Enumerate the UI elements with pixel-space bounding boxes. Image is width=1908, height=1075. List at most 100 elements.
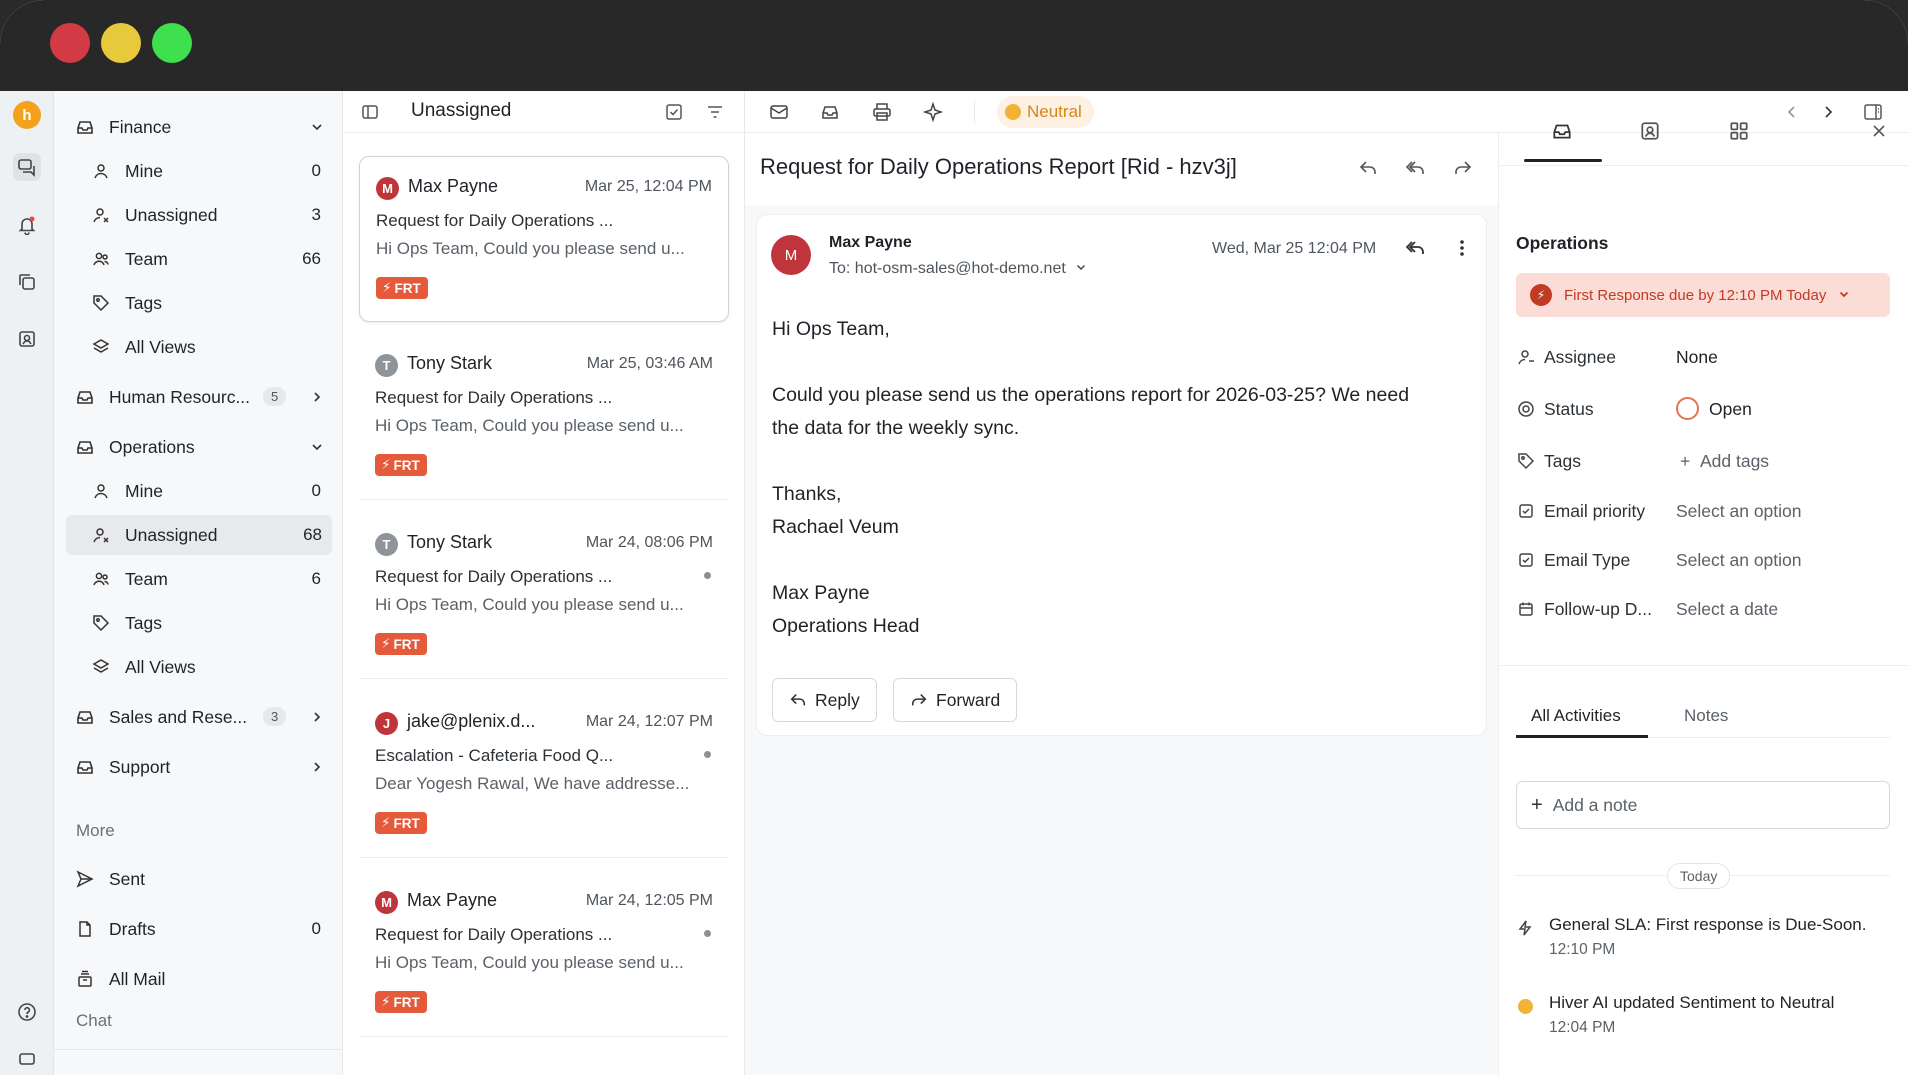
- sidebar-group-finance[interactable]: Finance: [54, 107, 343, 147]
- minimize-window-button[interactable]: [101, 23, 141, 63]
- toggle-sidebar-icon[interactable]: [359, 101, 381, 123]
- sidebar-item-all-mail[interactable]: All Mail: [54, 959, 343, 999]
- conversation-card[interactable]: M Max Payne Mar 25, 12:04 PM Request for…: [359, 156, 729, 322]
- reply-button[interactable]: Reply: [772, 678, 877, 722]
- more-options-icon[interactable]: [1451, 237, 1473, 259]
- field-value[interactable]: None: [1676, 347, 1718, 368]
- sidebar-item-label: All Mail: [109, 968, 166, 989]
- avatar: M: [376, 177, 399, 200]
- sidebar-item-operations-team[interactable]: Team 6: [54, 559, 343, 599]
- add-tags-button[interactable]: + Add tags: [1680, 451, 1769, 472]
- contact-card-tab-icon[interactable]: [1638, 119, 1662, 143]
- unread-badge: 5: [263, 387, 287, 406]
- tags-field[interactable]: Tags + Add tags: [1516, 447, 1890, 477]
- sentiment-badge[interactable]: Neutral: [997, 96, 1094, 128]
- conversation-card[interactable]: J jake@plenix.d... Mar 24, 12:07 PM Esca…: [359, 692, 729, 858]
- sidebar-item-finance-team[interactable]: Team 66: [54, 239, 343, 279]
- ai-sparkle-icon[interactable]: [922, 101, 944, 123]
- conversation-card[interactable]: T Tony Stark Mar 24, 08:06 PM Request fo…: [359, 513, 729, 679]
- email-to[interactable]: To: hot-osm-sales@hot-demo.net: [829, 260, 1087, 278]
- conversation-card[interactable]: T Tony Stark Mar 25, 03:46 AM Request fo…: [359, 334, 729, 500]
- sidebar-group-human-resources[interactable]: Human Resourc... 5: [54, 377, 343, 417]
- close-icon[interactable]: [1867, 119, 1891, 143]
- sidebar-group-operations[interactable]: Operations: [54, 427, 343, 467]
- field-value[interactable]: Open: [1709, 399, 1752, 420]
- tab-notes[interactable]: Notes: [1684, 706, 1728, 726]
- close-window-button[interactable]: [50, 23, 90, 63]
- select-all-checkbox-icon[interactable]: [663, 101, 685, 123]
- lightning-icon: ⚡: [381, 994, 391, 1009]
- email-priority-field[interactable]: Email priority Select an option: [1516, 497, 1890, 527]
- sidebar-item-operations-mine[interactable]: Mine 0: [54, 471, 343, 511]
- conversation-card[interactable]: M Max Payne Mar 24, 12:05 PM Request for…: [359, 871, 729, 1037]
- tag-icon: [1516, 451, 1536, 471]
- chevron-right-icon[interactable]: [307, 757, 327, 777]
- list-header: Unassigned: [343, 91, 745, 133]
- field-value[interactable]: Select an option: [1676, 501, 1802, 522]
- maximize-window-button[interactable]: [152, 23, 192, 63]
- inbox-tab-icon[interactable]: [1550, 119, 1574, 143]
- contacts-icon[interactable]: [13, 325, 41, 353]
- sidebar-item-finance-mine[interactable]: Mine 0: [54, 151, 343, 191]
- add-note-button[interactable]: + Add a note: [1516, 781, 1890, 829]
- sidebar-item-count: 0: [311, 481, 321, 500]
- sidebar-item-finance-tags[interactable]: Tags: [54, 283, 343, 323]
- body-line: Max Payne: [772, 582, 870, 604]
- sidebar-item-operations-tags[interactable]: Tags: [54, 603, 343, 643]
- chevron-right-icon[interactable]: [307, 707, 327, 727]
- print-icon[interactable]: [871, 101, 893, 123]
- inbox-chat-icon[interactable]: [13, 153, 41, 181]
- help-icon[interactable]: [13, 998, 41, 1026]
- field-label: Email priority: [1544, 501, 1646, 521]
- active-tab-indicator: [1524, 159, 1602, 162]
- sidebar-group-support[interactable]: Support: [54, 747, 343, 787]
- email-reader: Neutral Request for Daily Operations Rep…: [745, 91, 1908, 1075]
- reply-icon[interactable]: [1357, 157, 1379, 179]
- sla-banner[interactable]: ⚡ First Response due by 12:10 PM Today: [1516, 273, 1890, 317]
- sidebar-item-sent[interactable]: Sent: [54, 859, 343, 899]
- frt-label: FRT: [393, 994, 420, 1010]
- sidebar-item-operations-all-views[interactable]: All Views: [54, 647, 343, 687]
- field-label: Assignee: [1544, 347, 1616, 367]
- sentiment-emoji-icon: [1005, 104, 1021, 120]
- sidebar-item-operations-unassigned[interactable]: Unassigned 68: [66, 515, 332, 555]
- follow-up-date-field[interactable]: Follow-up D... Select a date: [1516, 595, 1890, 625]
- chevron-down-icon[interactable]: [1838, 287, 1850, 304]
- forward-icon[interactable]: [1452, 157, 1474, 179]
- apps-grid-tab-icon[interactable]: [1727, 119, 1751, 143]
- reply-all-icon[interactable]: [1405, 237, 1427, 259]
- more-section-title: More: [76, 821, 115, 840]
- tab-all-activities[interactable]: All Activities: [1531, 706, 1621, 726]
- add-tags-label: Add tags: [1699, 451, 1770, 471]
- email-type-field[interactable]: Email Type Select an option: [1516, 546, 1890, 576]
- sidebar-group-sales-and-research[interactable]: Sales and Rese... 3: [54, 697, 343, 737]
- chevron-down-icon[interactable]: [307, 117, 327, 137]
- mail-icon[interactable]: [768, 101, 790, 123]
- sidebar-item-finance-all-views[interactable]: All Views: [54, 327, 343, 367]
- assignee-field[interactable]: Assignee None: [1516, 343, 1890, 373]
- avatar: M: [375, 891, 398, 914]
- chevron-right-icon[interactable]: [307, 387, 327, 407]
- assignee-icon: [1516, 347, 1536, 367]
- sidebar-group-label: Finance: [109, 116, 172, 137]
- chevron-down-icon[interactable]: [307, 437, 327, 457]
- conversation-list: Unassigned M Max Payne Mar 25, 12:04 PM …: [343, 91, 745, 1075]
- filter-icon[interactable]: [704, 101, 726, 123]
- field-value[interactable]: Select an option: [1676, 550, 1802, 571]
- field-value[interactable]: Select a date: [1676, 599, 1778, 620]
- copy-icon[interactable]: [13, 268, 41, 296]
- forward-button[interactable]: Forward: [893, 678, 1018, 722]
- sidebar-item-label: Mine: [125, 480, 163, 501]
- chat-bubble-icon[interactable]: [13, 1046, 41, 1074]
- chevron-down-icon[interactable]: [1075, 260, 1087, 278]
- sidebar-item-label: Tags: [125, 612, 162, 633]
- sidebar-item-finance-unassigned[interactable]: Unassigned 3: [54, 195, 343, 235]
- inbox-tray-icon[interactable]: [819, 101, 841, 123]
- notifications-bell-icon[interactable]: [13, 211, 41, 239]
- reply-all-icon[interactable]: [1405, 157, 1427, 179]
- status-field[interactable]: Status Open: [1516, 395, 1890, 425]
- sidebar-item-drafts[interactable]: Drafts 0: [54, 909, 343, 949]
- frt-label: FRT: [393, 636, 420, 652]
- card-subject: Request for Daily Operations ...: [376, 211, 614, 230]
- app-logo-icon[interactable]: h: [13, 101, 41, 129]
